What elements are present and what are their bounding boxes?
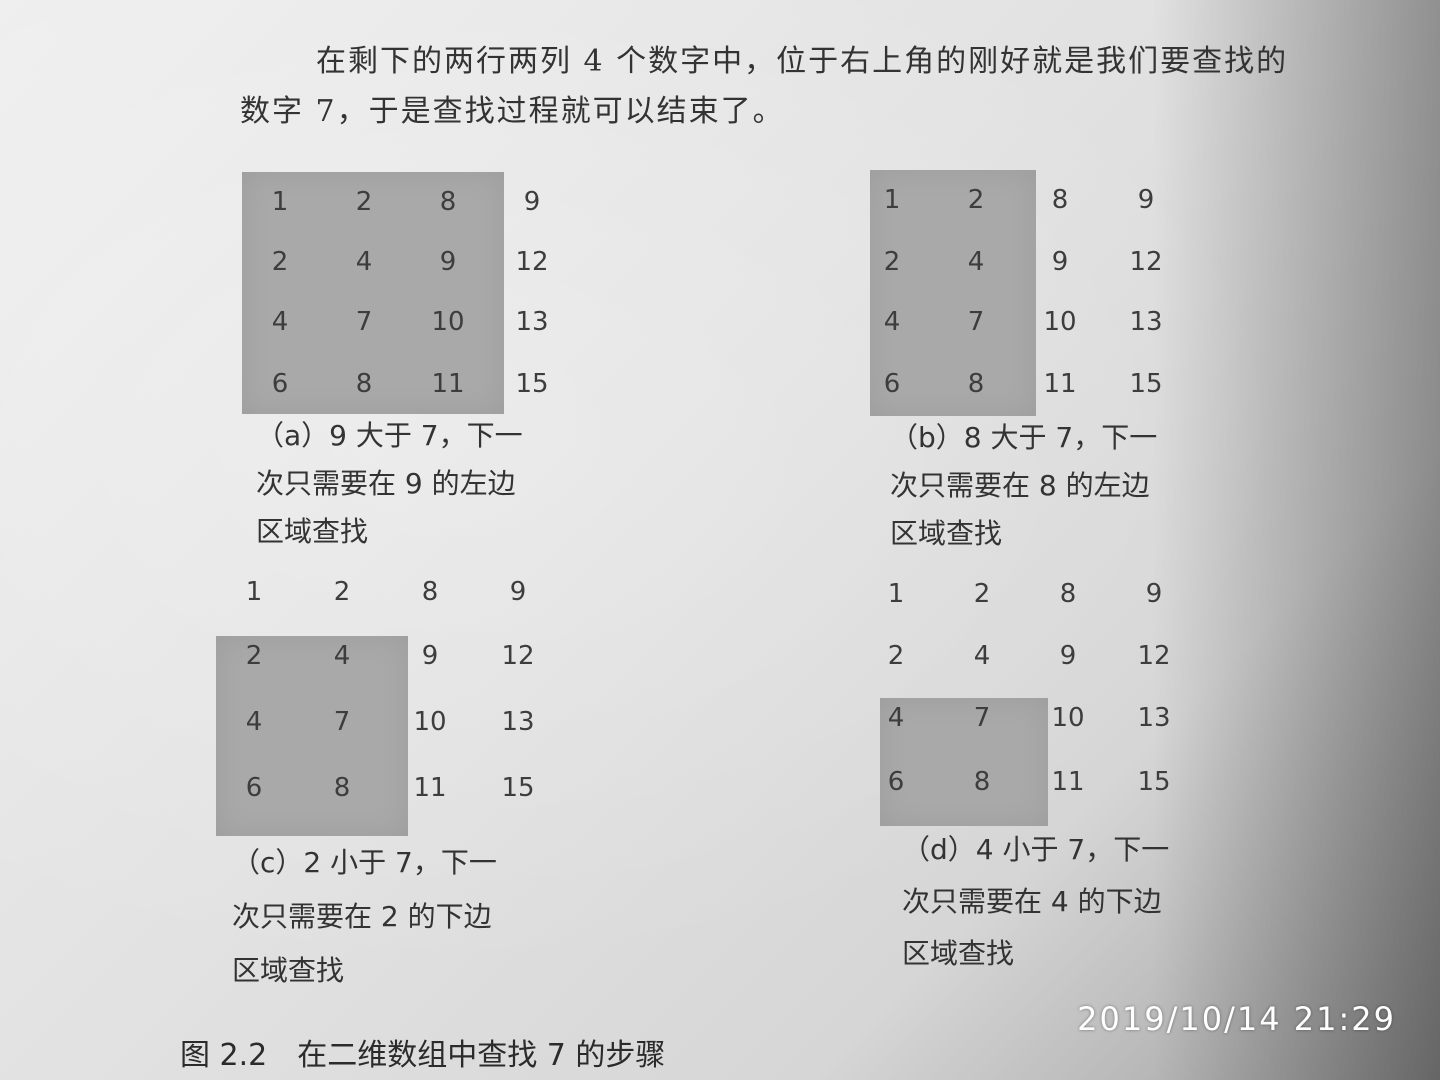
- matrix-cell: 9: [1059, 641, 1077, 671]
- matrix-cell: 11: [431, 369, 465, 399]
- matrix-cell: 7: [355, 307, 373, 337]
- caption-line: （a）9 大于 7，下一: [256, 419, 523, 452]
- figure-a-caption: （a）9 大于 7，下一 次只需要在 9 的左边 区域查找: [256, 412, 523, 556]
- matrix-cell: 4: [245, 707, 263, 737]
- caption-line: 区域查找: [890, 517, 1003, 550]
- figure-c-caption: （c）2 小于 7，下一 次只需要在 2 的下边 区域查找: [232, 836, 497, 998]
- matrix-cell: 8: [439, 187, 457, 217]
- photo-timestamp: 2019/10/14 21:29: [1077, 1000, 1396, 1038]
- caption-line: 区域查找: [232, 954, 345, 987]
- matrix-cell: 6: [271, 369, 289, 399]
- matrix-cell: 8: [967, 369, 985, 399]
- page-background: [0, 0, 1440, 1080]
- matrix-cell: 1: [887, 579, 905, 609]
- matrix-cell: 8: [355, 369, 373, 399]
- matrix-cell: 9: [421, 641, 439, 671]
- matrix-cell: 15: [515, 369, 549, 399]
- matrix-cell: 15: [501, 773, 535, 803]
- matrix-cell: 13: [1129, 307, 1163, 337]
- matrix-cell: 2: [355, 187, 373, 217]
- matrix-cell: 2: [967, 185, 985, 215]
- matrix-cell: 2: [271, 247, 289, 277]
- matrix-cell: 9: [1145, 579, 1163, 609]
- matrix-cell: 6: [245, 773, 263, 803]
- matrix-cell: 13: [515, 307, 549, 337]
- matrix-cell: 4: [355, 247, 373, 277]
- matrix-cell: 8: [973, 767, 991, 797]
- figure-b-caption: （b）8 大于 7，下一 次只需要在 8 的左边 区域查找: [890, 414, 1157, 558]
- matrix-cell: 6: [883, 369, 901, 399]
- figure-d-caption: （d）4 小于 7，下一 次只需要在 4 的下边 区域查找: [902, 824, 1169, 980]
- matrix-cell: 4: [333, 641, 351, 671]
- matrix-cell: 10: [1043, 307, 1077, 337]
- matrix-cell: 1: [883, 185, 901, 215]
- matrix-cell: 10: [413, 707, 447, 737]
- matrix-cell: 8: [421, 577, 439, 607]
- matrix-cell: 2: [883, 247, 901, 277]
- matrix-cell: 4: [271, 307, 289, 337]
- matrix-cell: 9: [1137, 185, 1155, 215]
- caption-line: （b）8 大于 7，下一: [890, 421, 1158, 454]
- matrix-cell: 9: [509, 577, 527, 607]
- matrix-cell: 1: [245, 577, 263, 607]
- matrix-cell: 15: [1137, 767, 1171, 797]
- caption-line: 次只需要在 9 的左边: [256, 467, 516, 500]
- caption-line: （d）4 小于 7，下一: [902, 833, 1170, 866]
- matrix-cell: 10: [1051, 703, 1085, 733]
- caption-line: 次只需要在 8 的左边: [890, 469, 1150, 502]
- caption-line: 次只需要在 4 的下边: [902, 885, 1162, 918]
- body-text-line-1: 在剩下的两行两列 4 个数字中，位于右上角的刚好就是我们要查找的: [316, 44, 1289, 79]
- matrix-cell: 8: [333, 773, 351, 803]
- body-text-line-2: 数字 7，于是查找过程就可以结束了。: [240, 94, 785, 129]
- figure-title: 图 2.2 在二维数组中查找 7 的步骤: [180, 1038, 666, 1073]
- matrix-cell: 8: [1059, 579, 1077, 609]
- caption-line: 次只需要在 2 的下边: [232, 900, 492, 933]
- matrix-cell: 4: [973, 641, 991, 671]
- matrix-cell: 2: [333, 577, 351, 607]
- matrix-cell: 1: [271, 187, 289, 217]
- matrix-cell: 12: [515, 247, 549, 277]
- matrix-cell: 13: [1137, 703, 1171, 733]
- matrix-cell: 10: [431, 307, 465, 337]
- matrix-cell: 11: [1051, 767, 1085, 797]
- matrix-cell: 11: [1043, 369, 1077, 399]
- matrix-cell: 12: [1129, 247, 1163, 277]
- matrix-cell: 6: [887, 767, 905, 797]
- caption-line: 区域查找: [902, 937, 1015, 970]
- caption-line: 区域查找: [256, 515, 369, 548]
- matrix-cell: 8: [1051, 185, 1069, 215]
- matrix-cell: 4: [887, 703, 905, 733]
- matrix-cell: 15: [1129, 369, 1163, 399]
- matrix-cell: 7: [967, 307, 985, 337]
- matrix-cell: 11: [413, 773, 447, 803]
- matrix-cell: 2: [887, 641, 905, 671]
- matrix-cell: 9: [1051, 247, 1069, 277]
- matrix-cell: 7: [333, 707, 351, 737]
- matrix-cell: 2: [245, 641, 263, 671]
- matrix-cell: 9: [523, 187, 541, 217]
- matrix-cell: 4: [967, 247, 985, 277]
- matrix-cell: 2: [973, 579, 991, 609]
- caption-line: （c）2 小于 7，下一: [232, 846, 497, 879]
- matrix-cell: 4: [883, 307, 901, 337]
- matrix-cell: 13: [501, 707, 535, 737]
- matrix-cell: 12: [501, 641, 535, 671]
- matrix-cell: 9: [439, 247, 457, 277]
- matrix-cell: 7: [973, 703, 991, 733]
- matrix-cell: 12: [1137, 641, 1171, 671]
